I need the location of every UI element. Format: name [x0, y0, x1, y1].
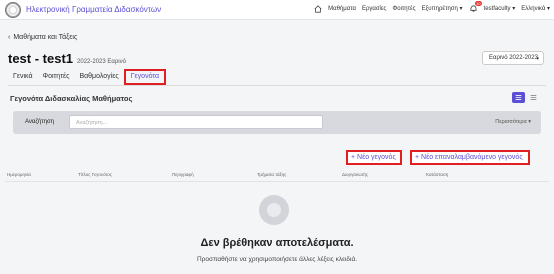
list-icon	[515, 94, 522, 101]
tabs-divider	[8, 85, 546, 86]
chevron-down-icon: ▾	[459, 6, 463, 12]
page-title: test - test1	[8, 51, 74, 66]
section-title: Γεγονότα Διδασκαλίας Μαθήματος	[10, 94, 133, 103]
nav-assignments[interactable]: Εργασίες	[362, 6, 387, 12]
course-period: 2022-2023 Εαρινό	[77, 59, 126, 65]
events-table-header: Ημερομηνία Τίτλος Γεγονότος Περιγραφή Τμ…	[0, 172, 554, 180]
new-recurring-event-button[interactable]: + Νέο επαναλαμβανόμενο γεγονός	[410, 150, 530, 165]
column-organizer[interactable]: Διοργανωτής	[342, 172, 368, 177]
table-divider	[5, 181, 549, 182]
nav-menu: Μαθήματα Εργασίες Φοιτητές Εξυπηρέτηση ▾…	[314, 1, 550, 13]
notification-badge: 10	[475, 1, 482, 6]
empty-state-subtitle: Προσπαθήστε να χρησιμοποιήσετε άλλες λέξ…	[196, 256, 358, 263]
language-label: Ελληνικά	[521, 6, 546, 12]
column-class-sections[interactable]: Τμήματα τάξης	[257, 172, 286, 177]
more-filters-label: Περισσότερα	[495, 119, 527, 125]
chevron-down-icon: ▾	[528, 119, 531, 125]
home-icon[interactable]	[314, 4, 322, 13]
column-description[interactable]: Περιγραφή	[172, 172, 194, 177]
empty-state-title: Δεν βρέθηκαν αποτελέσματα.	[200, 237, 354, 249]
new-event-button[interactable]: + Νέο γεγονός	[346, 150, 402, 165]
notifications-button[interactable]: 10	[469, 1, 482, 13]
academic-period-value: Εαρινό 2022-2023	[489, 55, 538, 61]
course-header: test - test1 2022-2023 Εαρινό	[8, 51, 126, 66]
chevron-left-icon: ‹	[8, 34, 11, 41]
search-input[interactable]: Αναζήτηση...	[69, 115, 323, 129]
column-title[interactable]: Τίτλος Γεγονότος	[78, 172, 112, 177]
grid-icon	[530, 94, 537, 101]
tab-grades[interactable]: Βαθμολογίες	[74, 69, 123, 85]
column-date[interactable]: Ημερομηνία	[7, 172, 31, 177]
back-link-label: Μαθήματα και Τάξεις	[13, 34, 78, 41]
tab-students[interactable]: Φοιτητές	[38, 69, 75, 85]
grid-view-button[interactable]	[527, 92, 540, 103]
nav-courses[interactable]: Μαθήματα	[328, 6, 356, 12]
tab-events[interactable]: Γεγονότα	[123, 69, 167, 85]
list-view-button[interactable]	[512, 92, 525, 103]
university-logo[interactable]	[5, 2, 21, 18]
chevron-down-icon: ▾	[546, 6, 550, 12]
user-menu-dropdown[interactable]: testfaculty ▾	[484, 5, 516, 12]
course-tabs: Γενικά Φοιτητές Βαθμολογίες Γεγονότα	[8, 69, 167, 85]
academic-period-select[interactable]: Εαρινό 2022-2023 ▾	[482, 51, 544, 65]
nav-students[interactable]: Φοιτητές	[392, 6, 415, 12]
chevron-down-icon: ▾	[536, 56, 539, 62]
language-dropdown[interactable]: Ελληνικά ▾	[521, 5, 550, 12]
tab-general[interactable]: Γενικά	[8, 69, 38, 85]
app-brand[interactable]: Ηλεκτρονική Γραμματεία Διδασκόντων	[26, 5, 161, 14]
nav-support-dropdown[interactable]: Εξυπηρέτηση ▾	[422, 5, 463, 12]
nav-support-label: Εξυπηρέτηση	[421, 6, 458, 12]
search-filter-bar: Αναζήτηση Αναζήτηση... Περισσότερα ▾	[13, 111, 541, 134]
empty-state-icon	[259, 195, 289, 225]
top-navbar: Ηλεκτρονική Γραμματεία Διδασκόντων Μαθήμ…	[0, 0, 554, 20]
search-label: Αναζήτηση	[25, 119, 54, 125]
column-status[interactable]: Κατάσταση	[426, 172, 448, 177]
chevron-down-icon: ▾	[512, 6, 516, 12]
more-filters-toggle[interactable]: Περισσότερα ▾	[495, 119, 531, 125]
back-link[interactable]: ‹ Μαθήματα και Τάξεις	[8, 34, 77, 41]
user-name: testfaculty	[483, 6, 511, 12]
